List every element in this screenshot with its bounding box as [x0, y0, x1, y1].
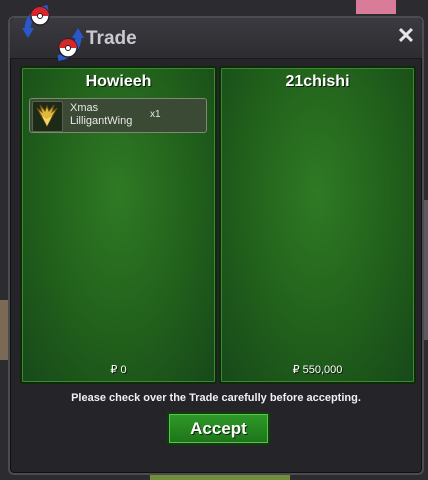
item-quantity: x1 — [150, 109, 161, 120]
trade-item[interactable]: Xmas LilligantWing x1 — [29, 98, 207, 133]
my-offer-panel[interactable]: Howieeh Xmas LilligantWing x1 ₽ 0 — [20, 66, 217, 384]
accept-button[interactable]: Accept — [167, 412, 270, 445]
partner-name: 21chishi — [285, 73, 350, 90]
close-icon[interactable]: ✕ — [396, 25, 416, 47]
game-world-tile — [356, 0, 396, 14]
trade-dialog: Trade ✕ Howieeh Xmas LilligantWing x1 ₽ … — [8, 5, 424, 475]
player-name: Howieeh — [85, 73, 152, 90]
item-name: Xmas LilligantWing — [70, 102, 133, 127]
money-offer: ₽ 0 — [110, 364, 127, 376]
game-world-tile — [0, 300, 8, 360]
money-offer: ₽ 550,000 — [292, 364, 343, 376]
pokeball-swap-icon — [22, 5, 84, 61]
wing-icon — [32, 101, 63, 132]
dialog-title: Trade — [86, 28, 137, 49]
partner-offer-panel: 21chishi ₽ 550,000 — [219, 66, 416, 384]
trade-notice: Please check over the Trade carefully be… — [71, 392, 361, 404]
